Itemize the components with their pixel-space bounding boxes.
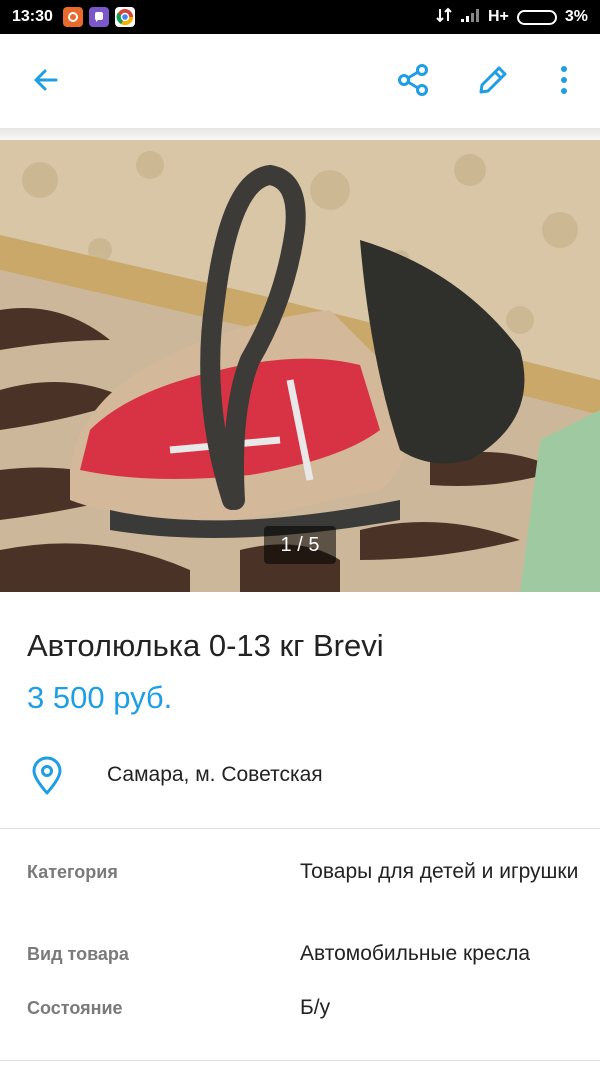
signal-icon [460, 7, 480, 28]
share-button[interactable] [389, 56, 437, 104]
listing-price: 3 500 руб. [27, 680, 173, 715]
status-indicators: H+ 3% [436, 7, 588, 28]
notification-app-icon [62, 7, 83, 27]
property-label-category: Категория [27, 862, 118, 882]
section-divider-bottom [0, 1060, 600, 1061]
property-value-condition: Б/у [300, 996, 331, 1019]
pencil-icon [479, 66, 507, 94]
toolbar-divider [0, 128, 600, 140]
battery-icon [516, 9, 557, 25]
property-label-condition: Состояние [27, 998, 123, 1018]
location-pin-icon [30, 756, 64, 796]
property-label-type: Вид товара [27, 944, 129, 964]
property-value-type: Автомобильные кресла [300, 942, 531, 965]
share-icon [398, 64, 428, 96]
battery-level: 3% [564, 8, 588, 25]
product-photo[interactable]: 1 / 5 [0, 140, 600, 592]
property-value-category: Товары для детей и игрушки [300, 860, 579, 883]
listing-location[interactable]: Самара, м. Советская [107, 763, 323, 787]
listing-title: Автолюлька 0-13 кг Brevi [27, 628, 384, 663]
back-button[interactable] [22, 56, 70, 104]
photo-counter: 1 / 5 [264, 526, 336, 564]
more-vertical-icon [561, 66, 567, 94]
chrome-icon [114, 7, 135, 27]
toolbar [0, 34, 600, 128]
edit-button[interactable] [469, 56, 517, 104]
viber-icon [88, 7, 109, 27]
more-options-button[interactable] [540, 56, 588, 104]
data-transfer-icon [436, 7, 452, 28]
status-time: 13:30 [12, 8, 53, 25]
arrow-left-icon [34, 69, 58, 91]
network-type: H+ [487, 8, 509, 25]
status-bar: 13:30 H+ 3% [0, 0, 600, 34]
section-divider [0, 828, 600, 829]
car-seat-photo [0, 140, 600, 592]
